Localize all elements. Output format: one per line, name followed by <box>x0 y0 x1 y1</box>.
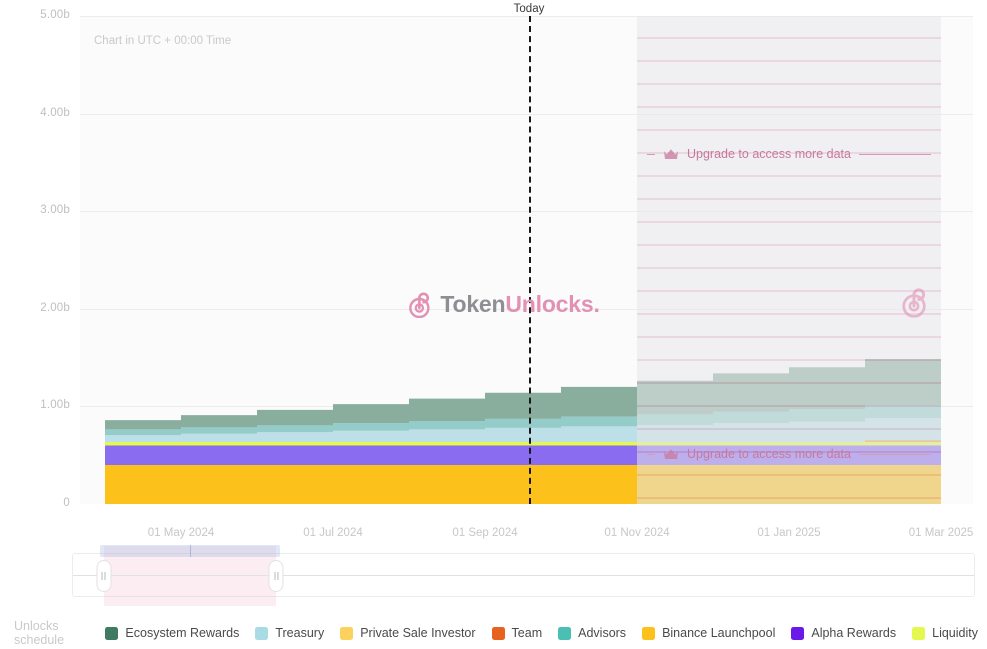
upgrade-cta-label: Upgrade to access more data <box>687 147 851 161</box>
watermark-text-secondary: Unlocks. <box>505 291 599 317</box>
legend-item-label: Ecosystem Rewards <box>125 626 239 640</box>
today-marker-line <box>529 16 531 504</box>
legend-swatch <box>255 627 268 640</box>
legend-item-treasury[interactable]: Treasury <box>255 626 324 640</box>
legend-swatch <box>912 627 925 640</box>
legend-item-label: Treasury <box>275 626 324 640</box>
legend-title: Unlocks schedule <box>14 619 90 647</box>
legend-item-label: Binance Launchpool <box>662 626 775 640</box>
slider-handle-right[interactable] <box>269 560 284 592</box>
x-axis-tick-label: 01 Mar 2025 <box>909 527 974 539</box>
x-axis-tick-label: 01 Jan 2025 <box>757 527 820 539</box>
lock-logo-icon <box>406 290 432 318</box>
watermark-text: TokenUnlocks. <box>440 291 599 318</box>
timezone-note: Chart in UTC + 00:00 Time <box>94 35 231 47</box>
legend-item-label: Alpha Rewards <box>811 626 896 640</box>
slider-overview-tick <box>190 545 191 557</box>
x-axis-tick-label: 01 Nov 2024 <box>604 527 669 539</box>
x-axis-tick-label: 01 May 2024 <box>148 527 215 539</box>
y-axis-tick-label: 0 <box>0 497 70 509</box>
crown-icon <box>663 148 679 161</box>
legend-item-team[interactable]: Team <box>492 626 543 640</box>
today-marker-label: Today <box>514 3 545 15</box>
watermark-text-primary: Token <box>440 291 505 317</box>
date-range-slider[interactable] <box>72 553 975 597</box>
x-axis-tick-label: 01 Jul 2024 <box>303 527 362 539</box>
legend-item-label: Team <box>512 626 543 640</box>
legend-swatch <box>791 627 804 640</box>
legend-item-private-sale-investor[interactable]: Private Sale Investor <box>340 626 475 640</box>
y-axis-tick-label: 5.00b <box>0 9 70 21</box>
y-axis-tick-label: 3.00b <box>0 204 70 216</box>
tokenunlocks-watermark: TokenUnlocks. <box>406 290 599 318</box>
rule <box>647 454 655 455</box>
chart-area: Upgrade to access more data Upgrade to ac… <box>0 0 987 520</box>
y-axis-tick-label: 4.00b <box>0 107 70 119</box>
legend-item-label: Liquidity <box>932 626 978 640</box>
legend-swatch <box>340 627 353 640</box>
legend-item-binance-launchpool[interactable]: Binance Launchpool <box>642 626 775 640</box>
token-unlocks-chart-page: Upgrade to access more data Upgrade to ac… <box>0 0 987 649</box>
slider-track[interactable] <box>72 553 975 597</box>
legend-swatch <box>642 627 655 640</box>
chart-legend: Unlocks schedule Ecosystem Rewards Treasu… <box>0 617 987 649</box>
rule <box>859 154 931 155</box>
locked-data-overlay[interactable] <box>637 16 941 504</box>
legend-item-liquidity[interactable]: Liquidity <box>912 626 978 640</box>
legend-item-label: Private Sale Investor <box>360 626 475 640</box>
legend-item-advisors[interactable]: Advisors <box>558 626 626 640</box>
legend-item-ecosystem-rewards[interactable]: Ecosystem Rewards <box>105 626 239 640</box>
legend-swatch <box>558 627 571 640</box>
upgrade-cta-2[interactable]: Upgrade to access more data <box>647 447 931 461</box>
legend-swatch <box>105 627 118 640</box>
x-axis-tick-label: 01 Sep 2024 <box>452 527 517 539</box>
legend-item-alpha-rewards[interactable]: Alpha Rewards <box>791 626 896 640</box>
crown-icon <box>663 448 679 461</box>
legend-swatch <box>492 627 505 640</box>
tokenunlocks-watermark-mark <box>899 286 929 323</box>
slider-baseline <box>73 575 974 576</box>
upgrade-cta-1[interactable]: Upgrade to access more data <box>647 147 931 161</box>
rule <box>647 154 655 155</box>
legend-item-label: Advisors <box>578 626 626 640</box>
y-axis-tick-label: 1.00b <box>0 399 70 411</box>
plot-canvas[interactable]: Upgrade to access more data Upgrade to ac… <box>80 16 973 504</box>
upgrade-cta-label: Upgrade to access more data <box>687 447 851 461</box>
slider-handle-left[interactable] <box>96 560 111 592</box>
lock-logo-icon <box>899 286 929 318</box>
y-axis-tick-label: 2.00b <box>0 302 70 314</box>
rule <box>859 454 931 455</box>
